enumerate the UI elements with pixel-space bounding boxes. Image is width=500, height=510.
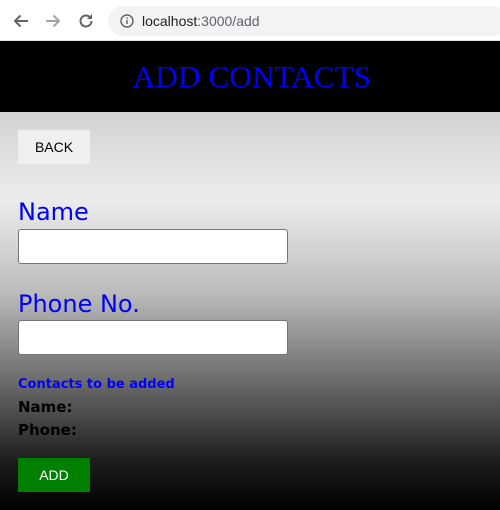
back-arrow-icon[interactable] (9, 9, 33, 33)
back-button[interactable]: BACK (18, 130, 90, 164)
reload-icon[interactable] (74, 9, 98, 33)
name-label: Name (18, 198, 89, 226)
pending-contacts-heading: Contacts to be added (18, 377, 175, 392)
browser-toolbar: localhost:3000/add (0, 0, 500, 41)
address-bar[interactable]: localhost:3000/add (108, 6, 500, 36)
pending-phone-label: Phone: (18, 421, 77, 439)
page-header: ADD CONTACTS (0, 41, 500, 112)
forward-arrow-icon[interactable] (41, 9, 65, 33)
name-input[interactable] (18, 229, 288, 264)
phone-label: Phone No. (18, 290, 140, 318)
page-title: ADD CONTACTS (132, 58, 372, 94)
info-icon[interactable] (120, 14, 134, 28)
url-path: :3000/add (197, 13, 260, 29)
url-host: localhost (142, 13, 198, 29)
phone-input[interactable] (18, 320, 288, 355)
add-button[interactable]: ADD (18, 458, 90, 492)
add-contact-form: BACK Name Phone No. Contacts to be added… (0, 112, 500, 510)
url-text: localhost:3000/add (142, 13, 260, 29)
pending-name-label: Name: (18, 398, 73, 416)
